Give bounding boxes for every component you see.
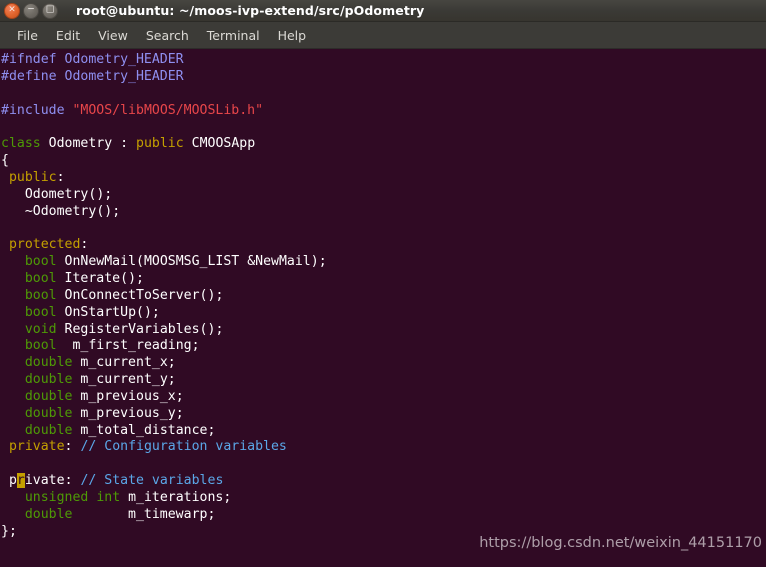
code-line: public: — [8, 169, 65, 185]
window-controls: × − □ — [0, 2, 58, 19]
code-line: private: // Configuration variables — [8, 439, 287, 455]
code-line: private: // State variables — [8, 473, 224, 489]
title-bar: × − □ root@ubuntu: ~/moos-ivp-extend/src… — [0, 0, 766, 22]
editor-status-line: 33,3 87% — [0, 554, 766, 566]
code-line: double m_current_x; — [24, 355, 176, 371]
code-line: double m_previous_y; — [24, 405, 184, 421]
code-line: bool OnNewMail(MOOSMSG_LIST &NewMail); — [24, 254, 327, 270]
code-editor-content[interactable]: #ifndef Odometry_HEADER #define Odometry_… — [1, 52, 766, 540]
maximize-glyph: □ — [45, 4, 55, 15]
menu-item-terminal[interactable]: Terminal — [198, 26, 269, 45]
code-line: class Odometry : public CMOOSApp — [1, 136, 256, 152]
code-line: ~Odometry(); — [24, 203, 121, 219]
minimize-icon[interactable]: − — [23, 2, 39, 19]
menu-item-edit[interactable]: Edit — [47, 26, 89, 45]
code-line: bool m_first_reading; — [24, 338, 200, 354]
code-line: { — [1, 153, 9, 169]
code-line: bool OnStartUp(); — [24, 304, 160, 320]
close-glyph: × — [8, 4, 16, 15]
code-line: #define Odometry_HEADER — [1, 68, 184, 84]
minimize-glyph: − — [27, 4, 35, 15]
code-line: double m_current_y; — [24, 372, 176, 388]
code-line: #include "MOOS/libMOOS/MOOSLib.h" — [1, 102, 264, 118]
code-line: void RegisterVariables(); — [24, 321, 224, 337]
code-line: bool OnConnectToServer(); — [24, 287, 224, 303]
terminal-body[interactable]: #ifndef Odometry_HEADER #define Odometry_… — [0, 49, 766, 566]
code-line: double m_timewarp; — [24, 506, 216, 522]
window-title: root@ubuntu: ~/moos-ivp-extend/src/pOdom… — [76, 3, 425, 18]
terminal-window: × − □ root@ubuntu: ~/moos-ivp-extend/src… — [0, 0, 766, 567]
menu-bar: File Edit View Search Terminal Help — [0, 22, 766, 49]
menu-item-file[interactable]: File — [8, 26, 47, 45]
code-line: Odometry(); — [24, 186, 113, 202]
code-line: bool Iterate(); — [24, 270, 144, 286]
text-cursor: r — [16, 473, 25, 489]
watermark-text: https://blog.csdn.net/weixin_44151170 — [479, 535, 762, 551]
maximize-icon[interactable]: □ — [42, 2, 58, 19]
menu-item-search[interactable]: Search — [137, 26, 198, 45]
code-line: protected: — [8, 237, 89, 253]
menu-item-help[interactable]: Help — [269, 26, 316, 45]
close-icon[interactable]: × — [4, 2, 20, 19]
code-line: unsigned int m_iterations; — [24, 489, 232, 505]
code-line: #ifndef Odometry_HEADER — [1, 52, 184, 67]
menu-item-view[interactable]: View — [89, 26, 137, 45]
code-line: double m_previous_x; — [24, 388, 184, 404]
code-line: double m_total_distance; — [24, 422, 216, 438]
